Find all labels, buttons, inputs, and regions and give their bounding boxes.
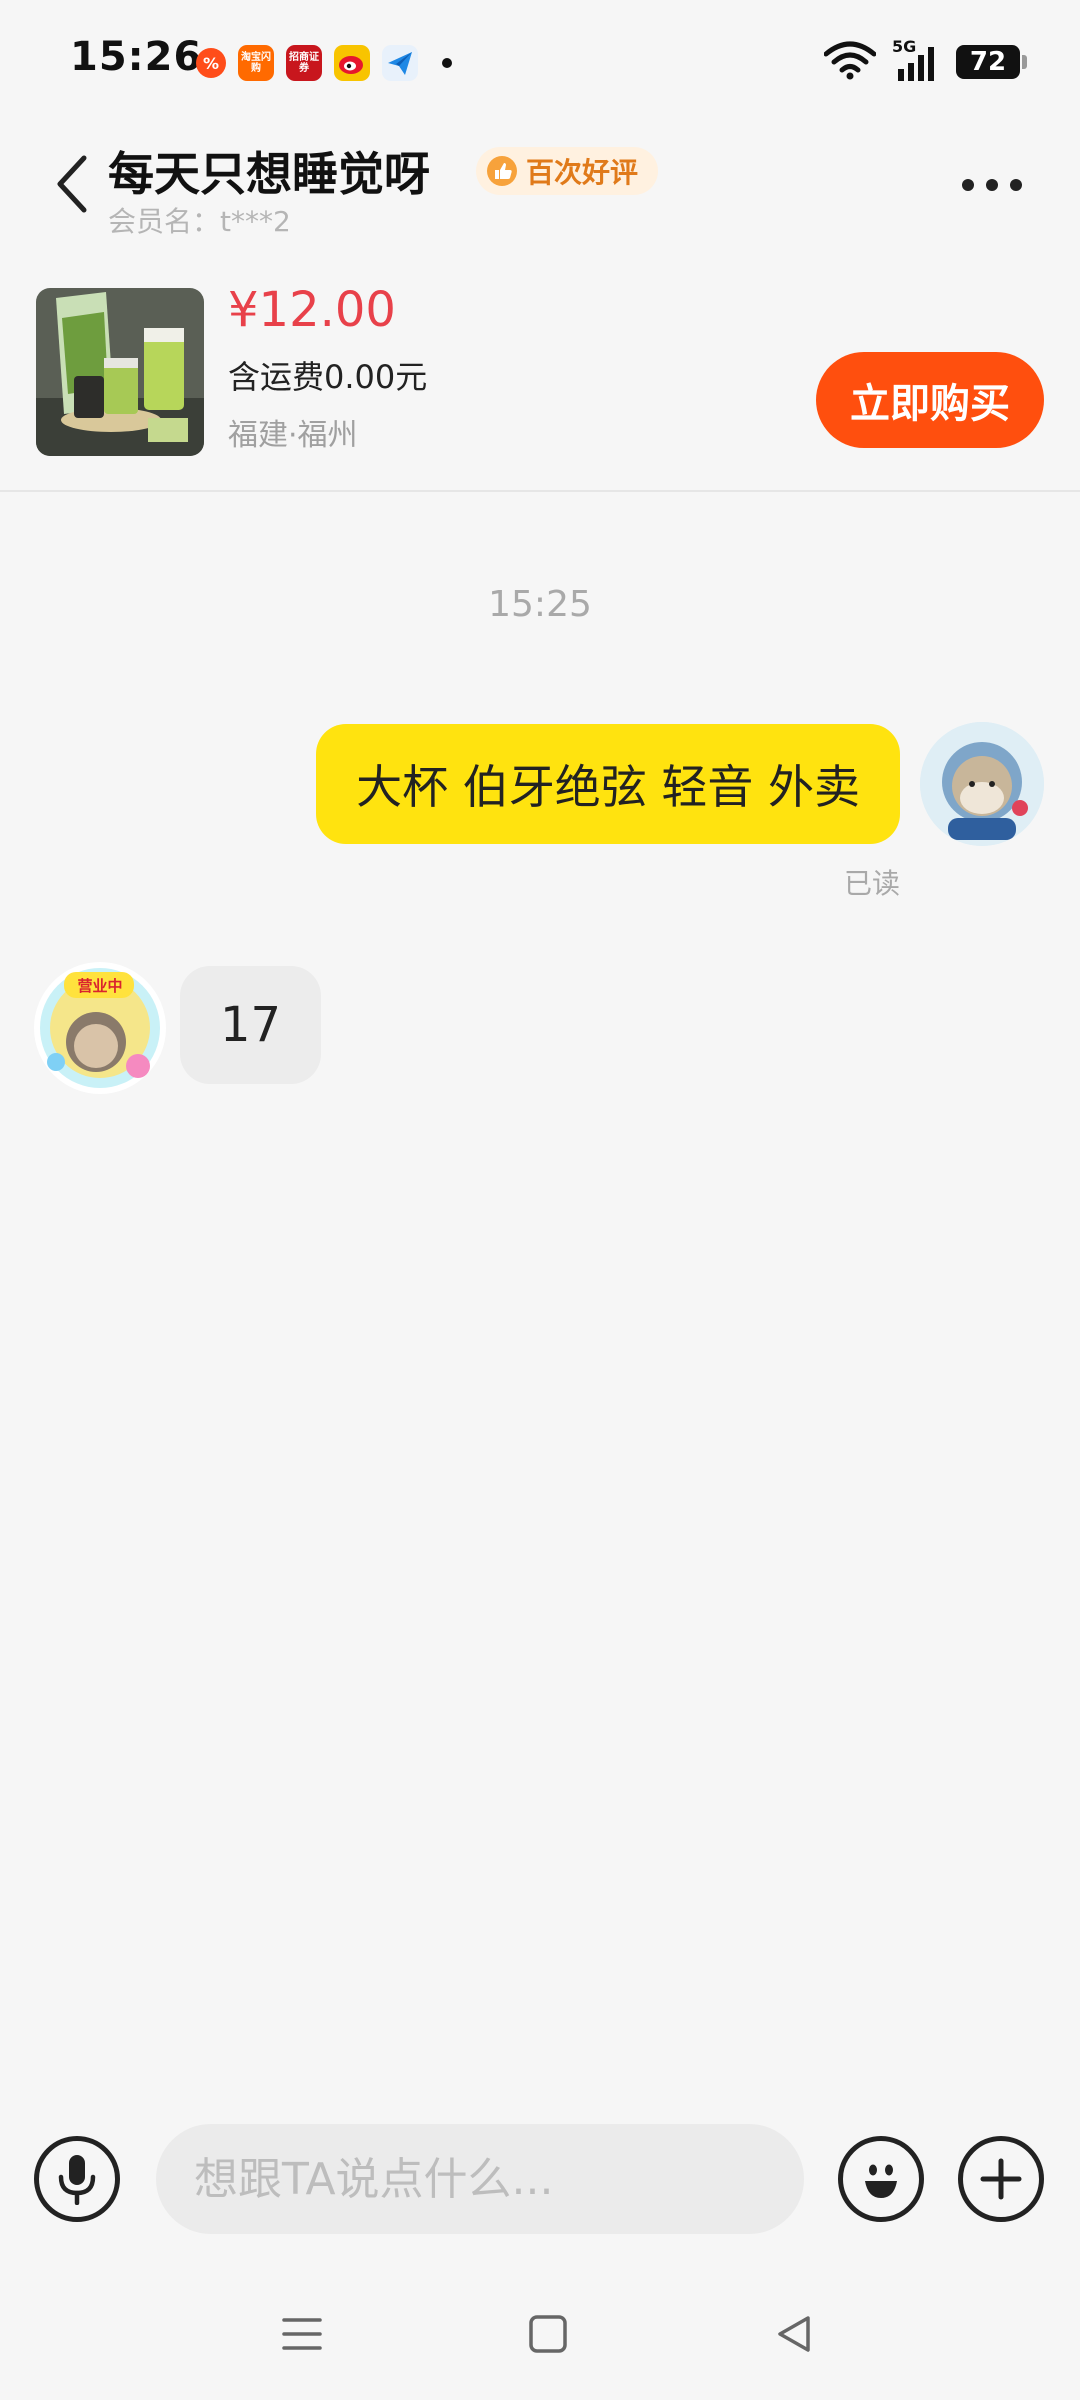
nav-home-button[interactable] (518, 2304, 578, 2364)
product-image[interactable] (36, 288, 204, 456)
system-navigation-bar (0, 2290, 1080, 2380)
my-avatar[interactable] (920, 722, 1044, 846)
status-bar: 15:26 % 淘宝闪购 招商证券 5G 72 (0, 0, 1080, 120)
system-status: 5G 72 (823, 37, 1027, 84)
nav-back-button[interactable] (764, 2304, 824, 2364)
seller-message-bubble[interactable]: 17 (180, 966, 322, 1084)
seller-avatar[interactable]: 营业中 (34, 962, 166, 1094)
my-message-bubble[interactable]: 大杯 伯牙绝弦 轻音 外卖 (316, 724, 900, 844)
paper-plane-app-icon (382, 45, 418, 81)
more-notifications-dot (442, 58, 452, 68)
more-dots-icon (962, 179, 974, 191)
menu-icon (282, 2318, 322, 2350)
rating-badge: 百次好评 (476, 147, 659, 195)
smiley-icon (865, 2164, 897, 2198)
app-icon-orange-circle: % (196, 48, 226, 78)
more-options-button[interactable] (952, 160, 1032, 210)
input-bar (0, 2110, 1080, 2250)
wifi-icon (823, 40, 877, 84)
nav-menu-button[interactable] (272, 2304, 332, 2364)
seller-name[interactable]: 每天只想睡觉呀 (108, 138, 430, 204)
triangle-back-icon (778, 2316, 810, 2352)
seller-avatar-text: 营业中 (77, 977, 122, 995)
plus-icon (980, 2158, 1022, 2200)
thumbs-up-badge-icon (487, 156, 517, 186)
buy-now-button[interactable]: 立即购买 (816, 352, 1044, 448)
status-time: 15:26 (70, 34, 203, 80)
chevron-left-icon (57, 155, 87, 213)
battery-icon: 72 (956, 45, 1027, 79)
back-button[interactable] (44, 148, 100, 220)
chat-timestamp: 15:25 (488, 584, 592, 625)
message-input[interactable] (156, 2124, 804, 2234)
more-actions-button[interactable] (958, 2136, 1044, 2222)
voice-input-button[interactable] (34, 2136, 120, 2222)
cellular-signal-icon: 5G (892, 37, 940, 83)
weibo-icon (334, 45, 370, 81)
member-name: 会员名：t***2 (108, 205, 291, 238)
product-card[interactable]: ¥12.00 含运费0.00元 福建·福州 立即购买 (0, 260, 1080, 492)
zhaoshang-zhengquan-icon: 招商证券 (286, 45, 322, 81)
seller-location: 福建·福州 (228, 418, 358, 453)
product-price: ¥12.00 (228, 282, 396, 338)
rating-badge-label: 百次好评 (526, 156, 639, 189)
home-square-icon (529, 2315, 567, 2353)
emoji-button[interactable] (838, 2136, 924, 2222)
read-status: 已读 (843, 867, 900, 900)
taobao-shangou-icon: 淘宝闪购 (238, 45, 274, 81)
shipping-fee: 含运费0.00元 (228, 358, 428, 396)
notification-icons: % 淘宝闪购 招商证券 (196, 44, 452, 82)
microphone-icon (58, 2155, 96, 2205)
